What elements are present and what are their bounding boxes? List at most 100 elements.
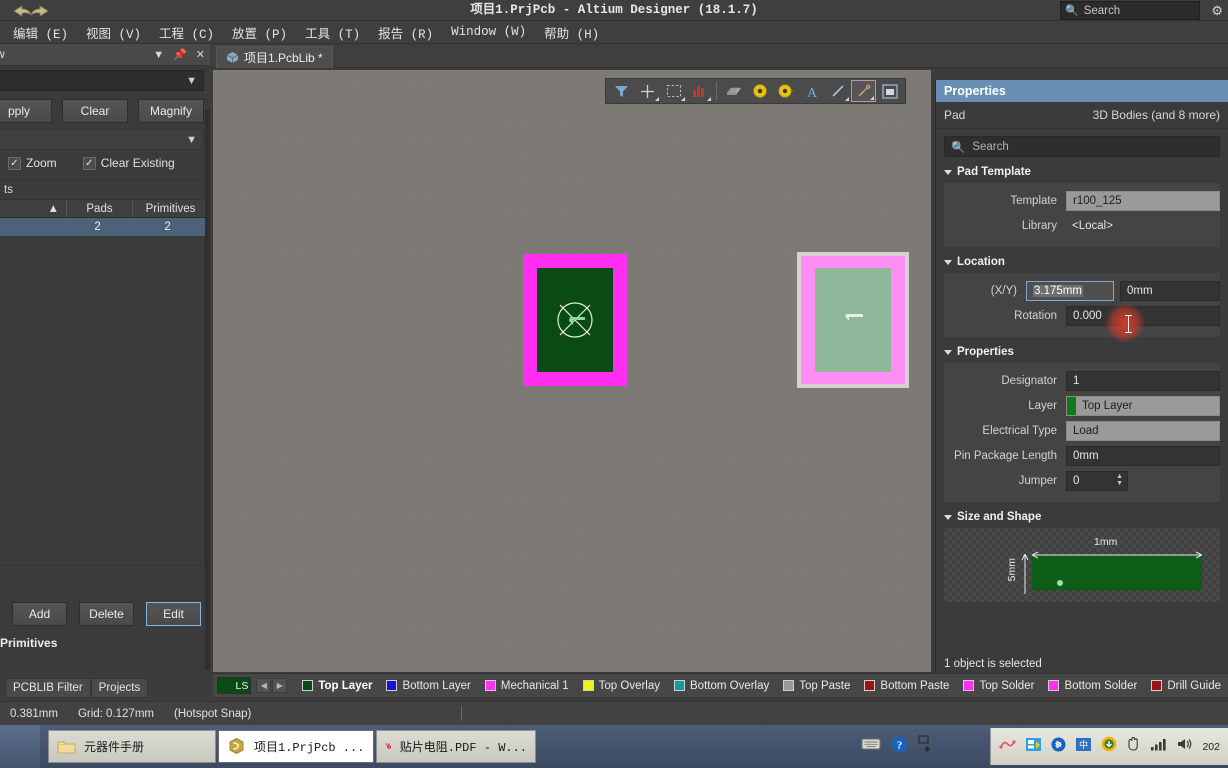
delete-button[interactable]: Delete	[79, 602, 134, 626]
filter-options: ✓ Zoom ✓ Clear Existing	[8, 156, 175, 170]
components-table-body	[0, 236, 205, 566]
column-header-primitives[interactable]: Primitives	[132, 200, 208, 217]
jumper-stepper[interactable]: 0 ▲ ▼	[1066, 470, 1128, 491]
taskbar-quick-icons: ?	[861, 728, 932, 765]
column-header-pads[interactable]: Pads	[66, 200, 132, 217]
help-icon[interactable]: ?	[891, 736, 908, 758]
status-divider	[461, 706, 463, 721]
section-header-size-and-shape[interactable]: Size and Shape	[936, 511, 1228, 523]
menu-item-help[interactable]: 帮助 (H)	[535, 21, 608, 44]
text-string-icon[interactable]: A	[799, 80, 824, 102]
layer-tab-bottom-overlay[interactable]: Bottom Overlay	[667, 680, 776, 692]
x-coordinate-input[interactable]: 3.175mm	[1026, 280, 1114, 301]
scroll-left-icon[interactable]: ◀	[256, 678, 272, 693]
sort-ascending-icon[interactable]: ▲	[0, 200, 66, 217]
start-button[interactable]	[0, 725, 40, 768]
close-icon[interactable]: ✕	[196, 48, 205, 61]
layer-tab-drill-guide[interactable]: Drill Guide	[1144, 680, 1228, 692]
input-method-icon[interactable]: 中	[1075, 737, 1092, 757]
crosshair-place-icon[interactable]	[635, 80, 660, 102]
pin-icon[interactable]: 📌	[173, 48, 187, 61]
filter-icon[interactable]	[609, 80, 634, 102]
download-icon[interactable]	[1101, 736, 1117, 757]
pad-1-selected[interactable]	[523, 254, 627, 386]
layer-tab-top-overlay[interactable]: Top Overlay	[576, 680, 667, 692]
clear-existing-checkbox[interactable]: ✓ Clear Existing	[82, 156, 175, 170]
electrical-type-select[interactable]: Load	[1066, 420, 1220, 441]
apply-button[interactable]: pply	[0, 99, 52, 123]
stepper-arrows-icon[interactable]: ▲ ▼	[1116, 473, 1123, 487]
line-icon[interactable]	[825, 80, 850, 102]
pcb-canvas[interactable]: A	[213, 70, 931, 672]
tab-pcblib-document[interactable]: 项目1.PcbLib *	[216, 46, 333, 68]
table-row[interactable]: 2 2	[0, 218, 205, 236]
layer-tab-top-layer[interactable]: Top Layer	[295, 680, 379, 692]
panel-scrollbar[interactable]	[205, 110, 210, 670]
rotation-input[interactable]: 0.000	[1066, 305, 1220, 326]
bluetooth-icon[interactable]	[1051, 737, 1066, 757]
properties-search-input[interactable]: 🔍 Search	[944, 136, 1220, 157]
section-header-properties[interactable]: Properties	[936, 346, 1228, 358]
library-label: Library	[1021, 219, 1057, 232]
menu-item-view[interactable]: 视图 (V)	[77, 21, 150, 44]
taskbar-item-wps-pdf[interactable]: 2 贴片电阻.PDF - W...	[376, 730, 536, 763]
template-select[interactable]: r100_125	[1066, 190, 1220, 211]
network-red-icon[interactable]	[999, 737, 1017, 757]
dimension-icon[interactable]	[851, 80, 876, 102]
layer-tab-bottom-paste[interactable]: Bottom Paste	[857, 680, 956, 692]
filter-scope-combo[interactable]: ▼	[0, 129, 204, 150]
y-coordinate-input[interactable]: 0mm	[1120, 280, 1220, 301]
field-row-pin-package-length: Pin Package Length 0mm	[944, 444, 1220, 467]
scroll-right-icon[interactable]: ▶	[272, 678, 288, 693]
gear-icon[interactable]: ⚙	[1211, 3, 1223, 19]
section-header-pad-template[interactable]: Pad Template	[936, 166, 1228, 178]
keyboard-icon[interactable]	[861, 737, 881, 756]
select-region-icon[interactable]	[661, 80, 686, 102]
show-desktop-icon[interactable]	[918, 735, 932, 758]
edit-button[interactable]: Edit	[146, 602, 201, 626]
component-icon[interactable]	[721, 80, 746, 102]
tab-projects[interactable]: Projects	[90, 678, 149, 698]
volume-icon[interactable]	[1176, 737, 1193, 756]
menu-item-place[interactable]: 放置 (P)	[223, 21, 296, 44]
layer-select[interactable]: Top Layer	[1066, 395, 1220, 416]
signal-bars-icon[interactable]	[1150, 737, 1167, 756]
object-more-dropdown[interactable]: 3D Bodies (and 8 more)	[1093, 108, 1220, 122]
pad-icon[interactable]	[747, 80, 772, 102]
layer-tab-mechanical-1[interactable]: Mechanical 1	[478, 680, 576, 692]
global-search-input[interactable]: 🔍 Search	[1060, 1, 1200, 20]
section-title: Properties	[957, 346, 1014, 358]
layer-set-chip[interactable]: LS	[217, 677, 252, 694]
cell-pads: 2	[94, 221, 101, 233]
menu-item-edit[interactable]: 编辑 (E)	[4, 21, 77, 44]
menu-item-project[interactable]: 工程 (C)	[150, 21, 223, 44]
menu-item-tools[interactable]: 工具 (T)	[296, 21, 369, 44]
global-search-placeholder: Search	[1083, 4, 1121, 17]
magnify-button[interactable]: Magnify	[138, 99, 204, 123]
add-button[interactable]: Add	[12, 602, 67, 626]
bar-chart-icon[interactable]	[687, 80, 712, 102]
clear-button[interactable]: Clear	[62, 99, 128, 123]
hand-icon[interactable]	[1126, 736, 1141, 757]
layer-tab-top-solder[interactable]: Top Solder	[956, 680, 1041, 692]
place-region-icon[interactable]	[877, 80, 902, 102]
pad-2[interactable]	[797, 252, 909, 388]
tab-pcblib-filter[interactable]: PCBLIB Filter	[5, 678, 91, 698]
layer-tab-bottom-layer[interactable]: Bottom Layer	[379, 680, 477, 692]
layer-tab-top-paste[interactable]: Top Paste	[776, 680, 857, 692]
taskbar-item-altium[interactable]: 项目1.PrjPcb ...	[218, 730, 374, 763]
zoom-checkbox[interactable]: ✓ Zoom	[8, 156, 57, 170]
screenshot-icon[interactable]	[1025, 737, 1042, 757]
section-header-location[interactable]: Location	[936, 256, 1228, 268]
filter-expression-combo[interactable]: ▼	[0, 70, 204, 91]
pcblib-document-icon	[226, 52, 239, 63]
taskbar-clock[interactable]: 202	[1202, 741, 1220, 753]
via-icon[interactable]	[773, 80, 798, 102]
chevron-down-icon[interactable]: ▼	[153, 49, 164, 61]
layer-tab-bottom-solder[interactable]: Bottom Solder	[1041, 680, 1144, 692]
menu-item-window[interactable]: Window (W)	[442, 23, 535, 41]
taskbar-item-folder[interactable]: 元器件手册	[48, 730, 216, 763]
designator-input[interactable]: 1	[1066, 370, 1220, 391]
pin-package-length-input[interactable]: 0mm	[1066, 445, 1220, 466]
menu-item-reports[interactable]: 报告 (R)	[369, 21, 442, 44]
